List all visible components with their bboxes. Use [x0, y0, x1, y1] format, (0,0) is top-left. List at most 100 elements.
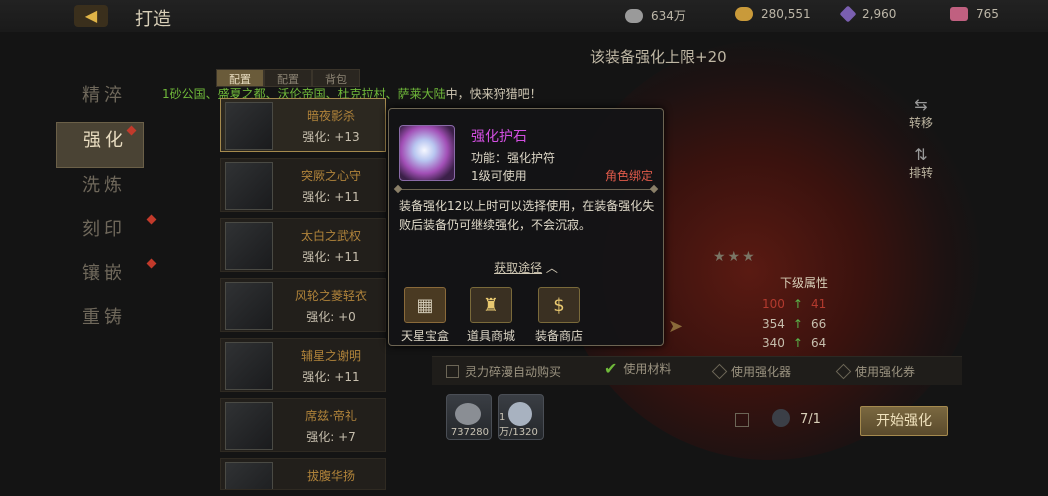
material-qty: 1万/1320 — [499, 412, 538, 438]
equipment-name: 暗夜影杀 — [306, 109, 355, 123]
source-label: 道具商城 — [466, 329, 515, 343]
gift-icon — [950, 7, 968, 21]
back-button[interactable]: ◀ — [74, 5, 108, 27]
material-slot[interactable]: 737280 — [446, 394, 492, 440]
source-label: 天星宝盒 — [400, 329, 449, 343]
top-bar: ◀ 打造 634万 280,551 2,960 765 — [0, 0, 1048, 32]
diamond-icon — [839, 5, 857, 23]
crystal-icon — [772, 409, 790, 427]
equipment-item[interactable]: 暗夜影杀 强化: +13 — [220, 98, 386, 152]
item-shop-icon: ♜ — [470, 287, 512, 323]
source-title: 获取途径 — [494, 261, 543, 275]
source-equipment-shop[interactable]: $ 装备商店 — [529, 287, 589, 344]
side-menu-label: 精淬 — [82, 85, 126, 106]
item-function: 功能：强化护符 — [471, 151, 556, 165]
equipment-item[interactable]: 风轮之菱轻衣 强化: +0 — [220, 278, 386, 332]
checkbox[interactable] — [446, 365, 459, 378]
item-description: 装备强化12以上时可以选择使用，在装备强化失败后装备仍可继续强化，不会沉寂。 — [399, 199, 655, 232]
item-name: 强化护石 — [471, 129, 527, 145]
diamond-checkbox[interactable] — [835, 363, 852, 380]
divider — [397, 189, 655, 190]
alert-dot-icon — [146, 214, 157, 225]
alert-dot-icon — [126, 125, 137, 136]
resource-value: 765 — [976, 7, 999, 21]
equipment-item[interactable]: 太白之武权 强化: +11 — [220, 218, 386, 272]
attr-current: 354 — [762, 317, 785, 331]
equipment-name: 风轮之菱轻衣 — [294, 289, 367, 303]
side-menu: 精淬 强化 洗炼 刻印 镶嵌 重铸 — [56, 78, 157, 344]
resource-gold: 280,551 — [735, 7, 811, 21]
swap-arrows-icon: ⇅ — [914, 145, 928, 164]
equipment-item[interactable]: 席兹·帝礼 强化: +7 — [220, 398, 386, 452]
attr-row: 100 ↑ 41 — [762, 297, 862, 311]
checkmark-icon: ✔ — [604, 359, 618, 378]
arrow-up-icon: ↑ — [792, 317, 803, 331]
source-treasure-box[interactable]: ▦ 天星宝盒 — [395, 287, 455, 344]
use-enhancer-option[interactable]: 使用强化器 — [711, 363, 792, 380]
shift-label: 排转 — [908, 166, 933, 180]
side-menu-wash[interactable]: 洗炼 — [56, 168, 151, 212]
attr-current: 100 — [762, 297, 785, 311]
use-material-option[interactable]: ✔ 使用材料 — [604, 359, 671, 378]
armor-icon — [225, 162, 273, 210]
option-label: 使用强化券 — [855, 365, 916, 379]
diamond-checkbox[interactable] — [711, 363, 728, 380]
use-ticket-option[interactable]: 使用强化券 — [835, 363, 916, 380]
back-arrow-icon: ◀ — [84, 6, 98, 25]
equipment-item[interactable]: 突厥之心守 强化: +11 — [220, 158, 386, 212]
attr-next: 66 — [810, 317, 827, 331]
option-label: 使用材料 — [623, 362, 672, 376]
item-level: 1级可使用 — [471, 169, 527, 183]
page-title: 打造 — [135, 9, 171, 30]
side-menu-label: 重铸 — [82, 307, 126, 328]
arrow-up-icon: ↑ — [792, 336, 803, 350]
side-menu-engrave[interactable]: 刻印 — [56, 212, 157, 256]
swap-arrows-icon: ⇆ — [914, 95, 928, 114]
equipment-stat: 强化: +11 — [302, 370, 360, 384]
auto-buy-option[interactable]: 灵力碎漫自动购买 — [446, 363, 561, 380]
transfer-button[interactable]: ⇆ 转移 — [904, 95, 938, 131]
protection-stone-icon — [399, 125, 455, 181]
resource-silver: 634万 — [625, 7, 686, 24]
side-menu-label: 强化 — [83, 130, 127, 151]
equipment-stat: 强化: +11 — [302, 190, 360, 204]
weapon-icon — [225, 222, 273, 270]
accessory-icon — [225, 462, 273, 489]
attr-row: 354 ↑ 66 — [762, 317, 862, 331]
equipment-stat: 强化: +13 — [302, 130, 360, 144]
option-label: 使用强化器 — [731, 365, 792, 379]
side-menu-label: 洗炼 — [82, 175, 126, 196]
option-label: 灵力碎漫自动购买 — [465, 365, 562, 379]
accessory-icon — [225, 402, 273, 450]
resource-value: 2,960 — [862, 7, 897, 21]
source-toggle[interactable]: 获取途径 ︿ — [389, 259, 663, 276]
robe-icon — [225, 282, 273, 330]
enhance-limit-text: 该装备强化上限+20 — [590, 48, 727, 66]
attr-current: 340 — [762, 336, 785, 350]
source-label: 装备商店 — [534, 329, 583, 343]
attr-next: 64 — [810, 336, 827, 350]
material-slot[interactable]: 1万/1320 — [498, 394, 544, 440]
source-item-shop[interactable]: ♜ 道具商城 — [461, 287, 521, 344]
item-bind-status: 角色绑定 — [604, 169, 653, 183]
equipment-stat: 强化: +11 — [302, 250, 360, 264]
arrow-right-icon: ➤ — [668, 316, 684, 337]
equipment-item[interactable]: 辅星之谢明 强化: +11 — [220, 338, 386, 392]
star-rating: ★★★ — [713, 249, 757, 265]
shift-button[interactable]: ⇅ 排转 — [904, 145, 938, 181]
side-menu-label: 刻印 — [82, 219, 126, 240]
resource-gift: 765 — [950, 7, 999, 21]
enhance-checkbox[interactable] — [735, 413, 749, 427]
side-menu-recast[interactable]: 重铸 — [56, 300, 151, 344]
equipment-name: 突厥之心守 — [300, 169, 361, 183]
enhance-count: 7/1 — [800, 412, 821, 427]
side-menu-refine[interactable]: 精淬 — [56, 78, 151, 122]
resource-value: 280,551 — [761, 7, 811, 21]
side-menu-inlay[interactable]: 镶嵌 — [56, 256, 157, 300]
alert-dot-icon — [146, 258, 157, 269]
side-menu-enhance[interactable]: 强化 — [56, 122, 144, 168]
start-enhance-button[interactable]: 开始强化 — [860, 406, 948, 436]
equipment-item[interactable]: 拔腹华扬 — [220, 458, 386, 490]
equipment-stat: 强化: +0 — [306, 310, 356, 324]
enhance-options-bar: 灵力碎漫自动购买 ✔ 使用材料 使用强化器 使用强化券 — [432, 356, 962, 385]
